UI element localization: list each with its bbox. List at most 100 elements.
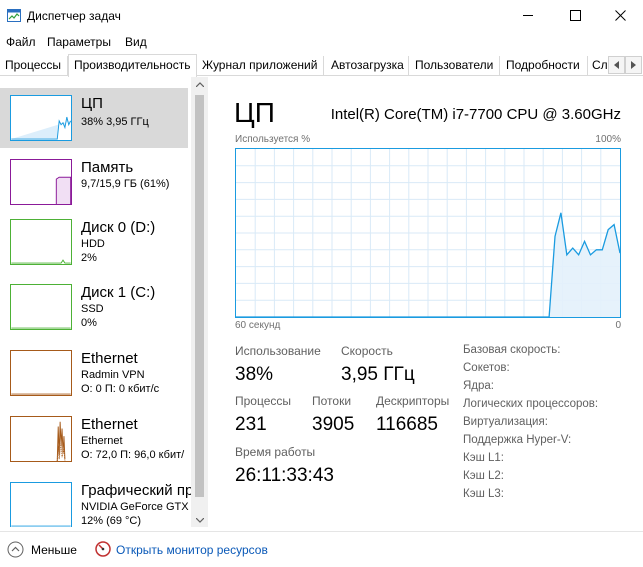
resource-detail: 9,7/15,9 ГБ (61%) xyxy=(81,178,170,190)
resource-name: Диск 1 (C:) xyxy=(81,284,156,301)
tab-app-history[interactable]: Журнал приложений xyxy=(197,56,324,76)
resource-memory[interactable]: Память 9,7/15,9 ГБ (61%) xyxy=(0,152,188,216)
spec-logical-processors: Логических процессоров: xyxy=(463,398,599,410)
resource-name: Память xyxy=(81,159,134,176)
maximize-button[interactable] xyxy=(552,0,598,30)
memory-mini-graph xyxy=(10,159,72,205)
minimize-icon xyxy=(522,14,533,16)
uptime-label: Время работы xyxy=(235,445,316,459)
window-title: Диспетчер задач xyxy=(27,9,121,23)
tab-details[interactable]: Подробности xyxy=(500,56,588,76)
disk-0-mini-graph xyxy=(10,219,72,265)
graph-x-left-label: 60 секунд xyxy=(235,320,281,331)
spec-l1-cache: Кэш L1: xyxy=(463,452,504,464)
chevron-right-icon xyxy=(630,61,636,69)
processes-value: 231 xyxy=(235,414,267,435)
tab-users[interactable]: Пользователи xyxy=(409,56,500,76)
resource-throughput: О: 72,0 П: 96,0 кбит/ xyxy=(81,449,185,461)
cpu-detail-panel: ЦП Intel(R) Core(TM) i7-7700 CPU @ 3.60G… xyxy=(212,77,643,527)
spec-cores: Ядра: xyxy=(463,380,495,392)
spec-l3-cache: Кэш L3: xyxy=(463,488,504,500)
threads-value: 3905 xyxy=(312,414,355,435)
tab-services[interactable]: Сл xyxy=(588,56,608,76)
scroll-up-button[interactable] xyxy=(191,77,208,91)
resource-list: ЦП 38% 3,95 ГГц Память 9,7/15,9 ГБ (61%)… xyxy=(0,77,210,527)
graph-y-label: Используется % xyxy=(235,134,311,145)
chevron-down-icon xyxy=(195,517,204,523)
open-resource-monitor-link[interactable]: Открыть монитор ресурсов xyxy=(116,543,268,557)
resource-detail: Radmin VPN xyxy=(81,369,145,381)
tab-strip: Процессы Производительность Журнал прило… xyxy=(0,54,643,77)
cpu-model-name: Intel(R) Core(TM) i7-7700 CPU @ 3.60GHz xyxy=(330,106,621,123)
cpu-usage-graph xyxy=(235,148,621,318)
resource-cpu[interactable]: ЦП 38% 3,95 ГГц xyxy=(0,88,188,148)
tab-performance[interactable]: Производительность xyxy=(68,54,197,77)
tab-startup[interactable]: Автозагрузка xyxy=(324,56,409,76)
close-icon xyxy=(614,9,626,21)
menu-bar: Файл Параметры Вид xyxy=(0,32,643,52)
minimize-button[interactable] xyxy=(505,0,551,30)
chevron-up-icon xyxy=(195,81,204,87)
resource-detail: Ethernet xyxy=(81,435,123,447)
tab-scroll-arrows xyxy=(608,56,643,74)
speed-label: Скорость xyxy=(341,344,393,358)
task-manager-icon xyxy=(7,9,21,22)
scroll-down-button[interactable] xyxy=(191,513,208,527)
tab-scroll-right-button[interactable] xyxy=(625,56,642,74)
handles-value: 116685 xyxy=(376,414,438,435)
resource-usage: 0% xyxy=(81,317,97,329)
handles-label: Дескрипторы xyxy=(376,394,450,408)
resource-usage: 2% xyxy=(81,252,97,264)
ethernet-radmin-mini-graph xyxy=(10,350,72,396)
usage-label: Использование xyxy=(235,344,321,358)
usage-value: 38% xyxy=(235,364,274,385)
resource-name: Диск 0 (D:) xyxy=(81,219,156,236)
fewer-details-link[interactable]: Меньше xyxy=(31,543,77,557)
uptime-value: 26:11:33:43 xyxy=(235,465,334,486)
resource-detail: HDD xyxy=(81,238,105,250)
resource-name: Ethernet xyxy=(81,416,138,433)
resource-name: ЦП xyxy=(81,95,103,112)
resource-name: Графический пр xyxy=(81,482,194,499)
resource-usage: 12% (69 °C) xyxy=(81,515,142,527)
resource-detail: 38% 3,95 ГГц xyxy=(81,116,149,128)
chevron-left-icon xyxy=(613,61,619,69)
resource-disk-1[interactable]: Диск 1 (C:) SSD 0% xyxy=(0,277,188,341)
resource-throughput: О: 0 П: 0 кбит/с xyxy=(81,383,160,395)
resource-detail: NVIDIA GeForce GTX xyxy=(81,501,189,513)
tab-scroll-left-button[interactable] xyxy=(608,56,625,74)
cpu-mini-graph xyxy=(10,95,72,141)
resource-ethernet-radmin[interactable]: Ethernet Radmin VPN О: 0 П: 0 кбит/с xyxy=(0,343,188,407)
resource-ethernet[interactable]: Ethernet Ethernet О: 72,0 П: 96,0 кбит/ xyxy=(0,409,188,473)
processes-label: Процессы xyxy=(235,394,292,408)
close-button[interactable] xyxy=(597,0,643,30)
tab-processes[interactable]: Процессы xyxy=(0,56,68,76)
panel-title: ЦП xyxy=(234,97,275,128)
spec-base-speed: Базовая скорость: xyxy=(463,344,561,356)
title-bar: Диспетчер задач xyxy=(0,0,643,32)
graph-x-right-label: 0 xyxy=(615,320,621,331)
resource-name: Ethernet xyxy=(81,350,138,367)
spec-l2-cache: Кэш L2: xyxy=(463,470,504,482)
ethernet-mini-graph xyxy=(10,416,72,462)
spec-hyperv-support: Поддержка Hyper-V: xyxy=(463,434,572,446)
threads-label: Потоки xyxy=(312,394,352,408)
sidebar-scrollbar[interactable] xyxy=(191,77,208,527)
menu-options[interactable]: Параметры xyxy=(47,35,111,49)
resource-gpu[interactable]: Графический пр NVIDIA GeForce GTX 12% (6… xyxy=(0,475,193,527)
menu-file[interactable]: Файл xyxy=(6,35,36,49)
speed-value: 3,95 ГГц xyxy=(341,364,415,385)
footer-bar: Меньше Открыть монитор ресурсов xyxy=(0,531,643,567)
resource-monitor-icon xyxy=(95,541,111,557)
disk-1-mini-graph xyxy=(10,284,72,330)
spec-virtualization: Виртуализация: xyxy=(463,416,548,428)
maximize-icon xyxy=(569,9,581,21)
spec-sockets: Сокетов: xyxy=(463,362,510,374)
scroll-thumb[interactable] xyxy=(195,95,204,497)
graph-y-max-label: 100% xyxy=(595,134,621,145)
chevron-up-circle-icon[interactable] xyxy=(7,541,24,558)
gpu-mini-graph xyxy=(10,482,72,527)
resource-disk-0[interactable]: Диск 0 (D:) HDD 2% xyxy=(0,212,188,276)
menu-view[interactable]: Вид xyxy=(125,35,147,49)
task-manager-window: Диспетчер задач Файл Параметры Вид Проце… xyxy=(0,0,643,567)
